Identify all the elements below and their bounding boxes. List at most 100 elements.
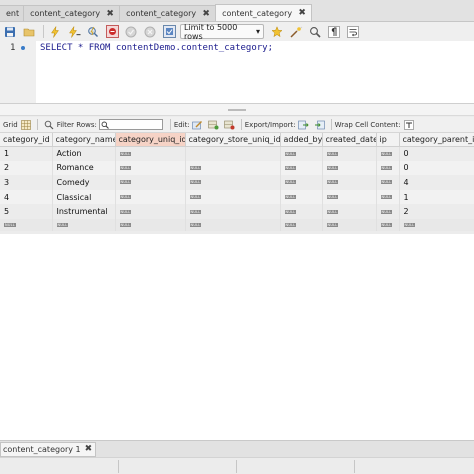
table-cell[interactable]: 4: [399, 175, 474, 190]
wrap-lines-icon[interactable]: [345, 24, 361, 39]
table-cell[interactable]: NULL: [399, 218, 474, 231]
table-cell[interactable]: NULL: [376, 204, 400, 219]
import-icon[interactable]: [314, 119, 326, 130]
table-cell[interactable]: 0: [399, 146, 474, 161]
rollback-icon[interactable]: [142, 24, 158, 39]
table-cell[interactable]: NULL: [280, 146, 323, 161]
table-cell[interactable]: NULL: [280, 160, 323, 176]
table-cell[interactable]: 1: [399, 189, 474, 205]
sql-editor[interactable]: 1 SELECT * FROM contentDemo.content_cate…: [0, 41, 474, 104]
result-tab[interactable]: content_category 1 ✖: [0, 441, 97, 457]
table-cell[interactable]: Comedy: [52, 175, 116, 190]
table-cell[interactable]: 2: [0, 160, 53, 176]
table-cell[interactable]: Classical: [52, 189, 116, 205]
table-row[interactable]: 4 Classical NULL NULL NULL NULL NULL 1: [0, 189, 474, 205]
panel-splitter[interactable]: [0, 104, 474, 116]
table-cell[interactable]: NULL: [115, 189, 186, 205]
execute-current-icon[interactable]: [66, 24, 82, 39]
table-cell[interactable]: NULL: [280, 175, 323, 190]
table-cell[interactable]: 5: [0, 204, 53, 219]
tab-content-category-1[interactable]: content_category ✖: [23, 5, 121, 21]
table-cell[interactable]: NULL: [185, 189, 281, 205]
tab-content-category-2[interactable]: content_category ✖: [119, 5, 217, 21]
export-icon[interactable]: [298, 119, 310, 130]
table-cell[interactable]: NULL: [376, 189, 400, 205]
column-header-added-by[interactable]: added_by: [280, 133, 323, 147]
table-cell[interactable]: NULL: [280, 204, 323, 219]
table-cell[interactable]: 0: [399, 160, 474, 176]
table-cell[interactable]: NULL: [322, 146, 377, 161]
table-cell[interactable]: NULL: [376, 160, 400, 176]
table-cell[interactable]: NULL: [280, 189, 323, 205]
limit-rows-select[interactable]: Limit to 5000 rows ▾: [180, 23, 264, 41]
grid-view-icon[interactable]: [20, 119, 32, 130]
splitter-grip-icon[interactable]: [228, 109, 246, 111]
table-cell[interactable]: NULL: [0, 218, 53, 231]
table-row[interactable]: NULL NULL NULL NULL NULL NULL NULL NULL: [0, 218, 474, 231]
column-header-category-uniq-id[interactable]: category_uniq_id: [115, 133, 186, 147]
table-cell[interactable]: 1: [0, 146, 53, 161]
table-cell[interactable]: 4: [0, 189, 53, 205]
table-row[interactable]: 2 Romance NULL NULL NULL NULL NULL 0: [0, 160, 474, 176]
table-cell[interactable]: Action: [52, 146, 116, 161]
table-cell[interactable]: [185, 146, 281, 161]
table-cell[interactable]: NULL: [322, 160, 377, 176]
table-cell[interactable]: Romance: [52, 160, 116, 176]
table-cell[interactable]: NULL: [185, 218, 281, 231]
table-cell[interactable]: 3: [0, 175, 53, 190]
table-cell[interactable]: NULL: [115, 218, 186, 231]
find-icon[interactable]: [307, 24, 323, 39]
table-cell[interactable]: NULL: [115, 175, 186, 190]
tab-partial[interactable]: ent: [0, 5, 25, 21]
table-cell[interactable]: NULL: [185, 175, 281, 190]
beautify-icon[interactable]: [288, 24, 304, 39]
table-cell[interactable]: NULL: [322, 218, 377, 231]
column-header-category-id[interactable]: category_id: [0, 133, 53, 147]
table-cell[interactable]: NULL: [115, 204, 186, 219]
column-header-category-store-uniq-id[interactable]: category_store_uniq_id: [185, 133, 281, 147]
edit-row-icon[interactable]: [192, 119, 204, 130]
commit-icon[interactable]: [123, 24, 139, 39]
column-header-ip[interactable]: ip: [376, 133, 400, 147]
table-row[interactable]: 1 Action NULL NULL NULL NULL 0: [0, 146, 474, 161]
close-icon[interactable]: ✖: [85, 444, 93, 454]
close-icon[interactable]: ✖: [297, 8, 307, 18]
table-cell[interactable]: NULL: [376, 218, 400, 231]
table-cell[interactable]: NULL: [322, 189, 377, 205]
table-cell[interactable]: Instrumental: [52, 204, 116, 219]
table-row[interactable]: 3 Comedy NULL NULL NULL NULL NULL 4: [0, 175, 474, 190]
table-cell[interactable]: NULL: [52, 218, 116, 231]
status-bar: [0, 457, 474, 474]
table-row[interactable]: 5 Instrumental NULL NULL NULL NULL NULL 2: [0, 204, 474, 219]
table-cell[interactable]: NULL: [322, 175, 377, 190]
column-header-category-parent-id[interactable]: category_parent_id: [399, 133, 474, 147]
open-folder-icon[interactable]: [21, 24, 37, 39]
close-icon[interactable]: ✖: [201, 9, 211, 19]
table-cell[interactable]: 2: [399, 204, 474, 219]
favorite-star-icon[interactable]: [269, 24, 285, 39]
stop-icon[interactable]: [104, 24, 120, 39]
table-cell[interactable]: NULL: [185, 160, 281, 176]
result-grid[interactable]: category_id category_name category_uniq_id…: [0, 133, 474, 231]
column-header-created-date[interactable]: created_date: [322, 133, 377, 147]
table-cell[interactable]: NULL: [115, 146, 186, 161]
insert-row-icon[interactable]: [208, 119, 220, 130]
table-cell[interactable]: NULL: [322, 204, 377, 219]
delete-row-icon[interactable]: [224, 119, 236, 130]
filter-rows-input[interactable]: [98, 119, 163, 130]
table-cell[interactable]: NULL: [376, 146, 400, 161]
save-icon[interactable]: [2, 24, 18, 39]
invisible-chars-icon[interactable]: [326, 24, 342, 39]
sql-text[interactable]: SELECT * FROM contentDemo.content_catego…: [40, 43, 273, 53]
table-cell[interactable]: NULL: [115, 160, 186, 176]
close-icon[interactable]: ✖: [105, 9, 115, 19]
tab-content-category-active[interactable]: content_category ✖: [215, 4, 313, 21]
autocommit-icon[interactable]: [161, 24, 177, 39]
table-cell[interactable]: NULL: [280, 218, 323, 231]
explain-icon[interactable]: [85, 24, 101, 39]
execute-icon[interactable]: [47, 24, 63, 39]
column-header-category-name[interactable]: category_name: [52, 133, 116, 147]
table-cell[interactable]: NULL: [185, 204, 281, 219]
wrap-cell-icon[interactable]: [403, 119, 415, 130]
table-cell[interactable]: NULL: [376, 175, 400, 190]
